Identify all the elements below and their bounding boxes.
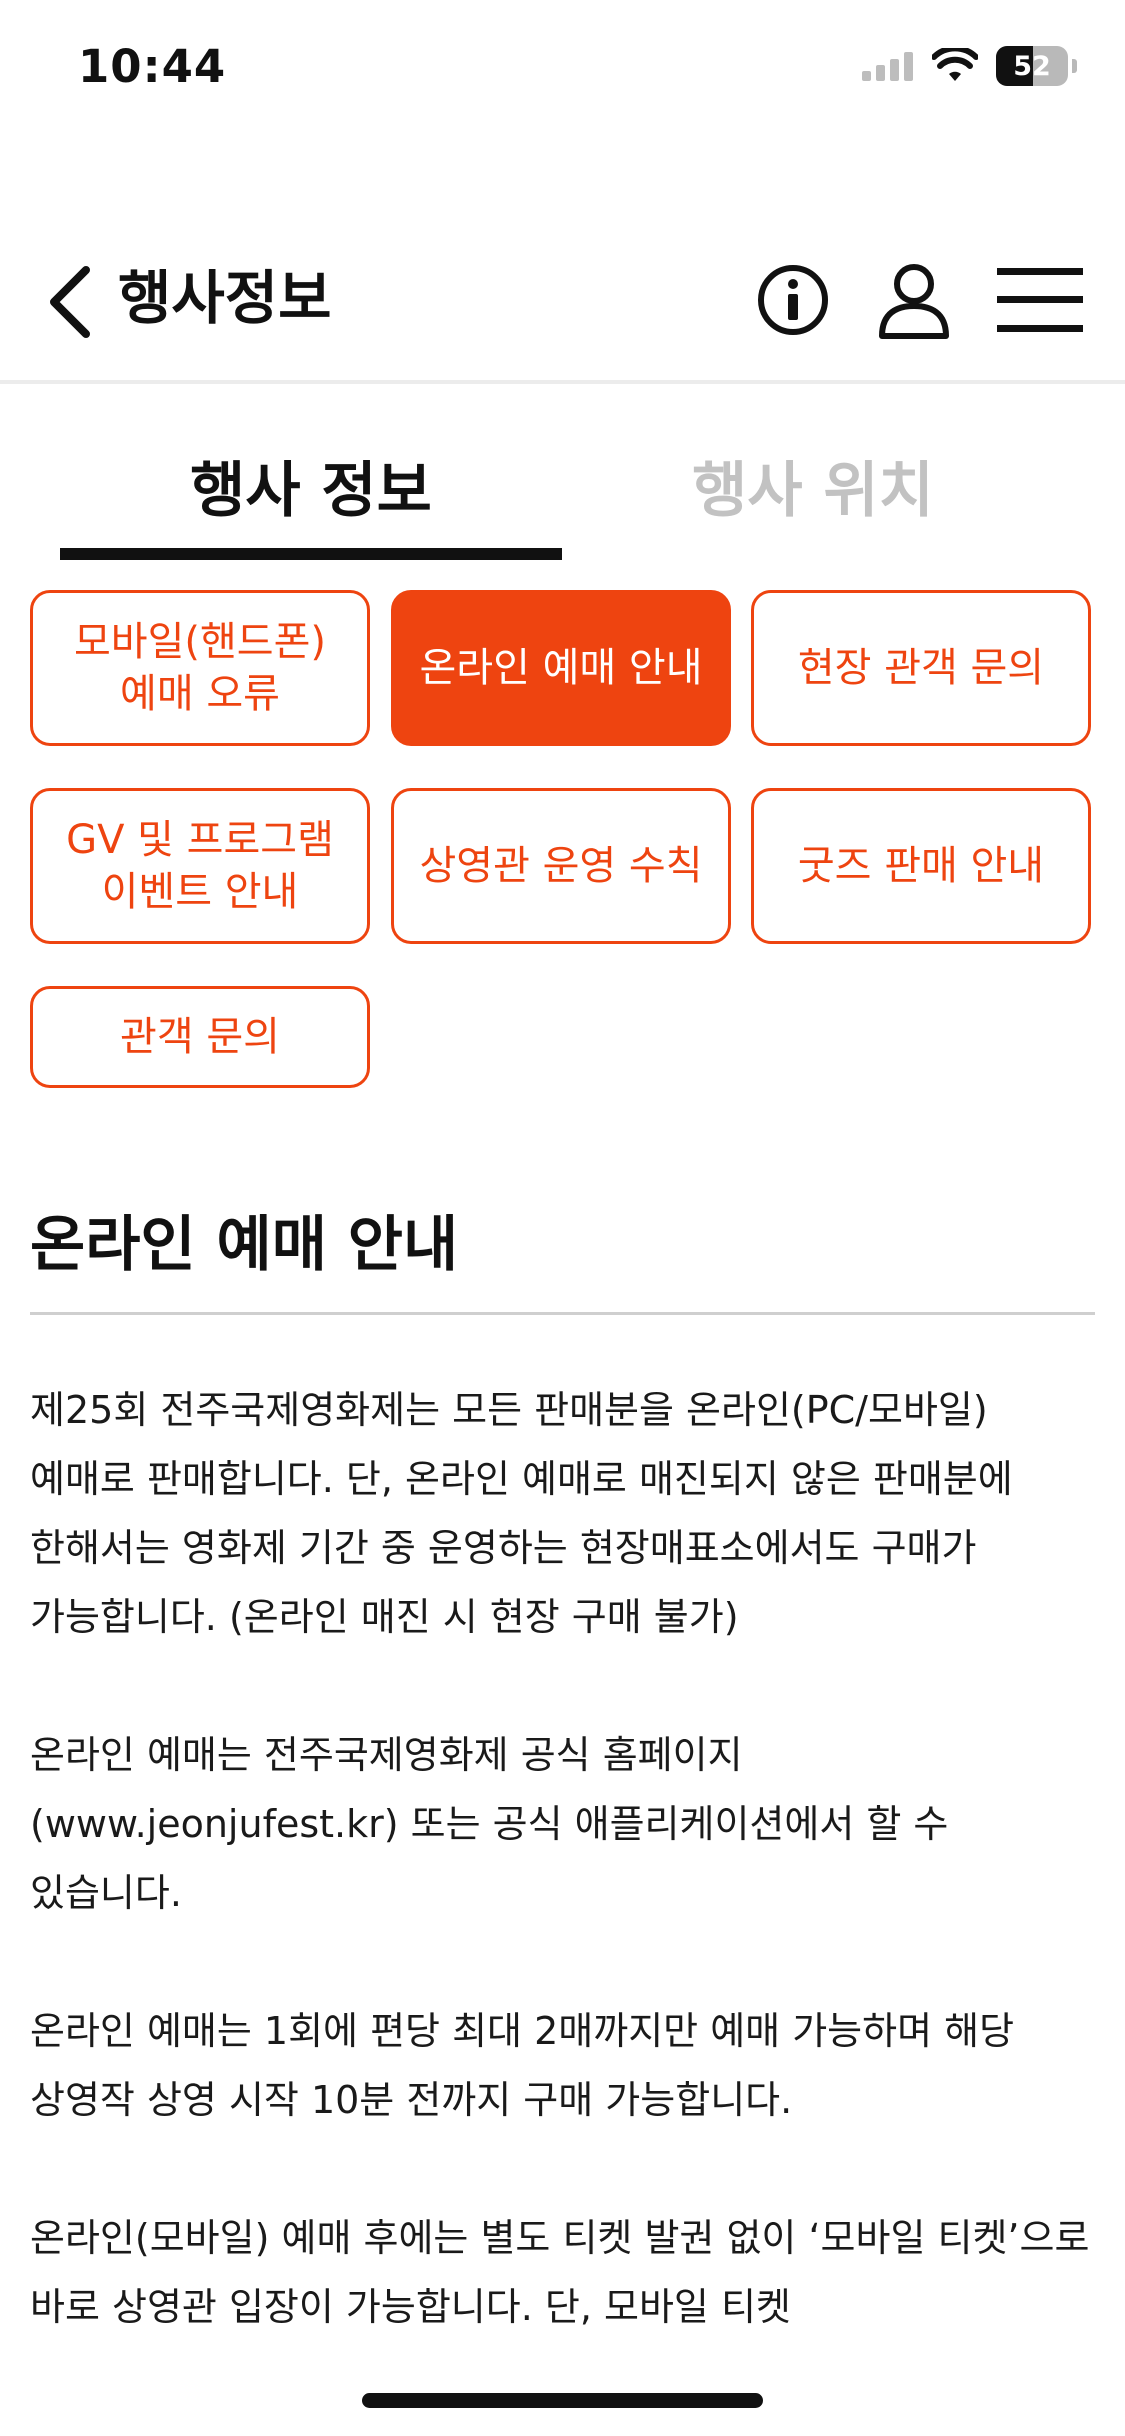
category-gv-program-event[interactable]: GV 및 프로그램 이벤트 안내 xyxy=(30,788,370,944)
app-header: 행사정보 xyxy=(0,230,1125,380)
content-paragraph: 온라인 예매는 1회에 편당 최대 2매까지만 예매 가능하며 해당 상영작 상… xyxy=(30,2009,1015,2122)
cellular-signal-icon xyxy=(862,52,913,81)
section-divider xyxy=(30,1312,1095,1315)
battery-level: 52 xyxy=(1013,50,1051,82)
wifi-icon xyxy=(932,48,978,81)
tab-bar: 행사 정보 행사 위치 xyxy=(60,410,1065,560)
tab-event-location[interactable]: 행사 위치 xyxy=(562,410,1064,560)
info-icon xyxy=(758,265,828,335)
chevron-left-icon xyxy=(50,266,90,338)
category-audience-inquiry[interactable]: 관객 문의 xyxy=(30,986,370,1088)
content-paragraph: 온라인 예매는 전주국제영화제 공식 홈페이지(www.jeonjufest.k… xyxy=(30,1733,949,1915)
category-theater-rules[interactable]: 상영관 운영 수칙 xyxy=(391,788,731,944)
status-bar: 10:44 52 xyxy=(0,0,1125,140)
user-icon xyxy=(879,264,949,339)
home-indicator xyxy=(362,2393,763,2408)
header-divider xyxy=(0,380,1125,384)
back-button[interactable] xyxy=(34,252,104,352)
battery-tip xyxy=(1072,59,1077,73)
battery-icon: 52 xyxy=(996,46,1068,86)
tab-active-indicator xyxy=(60,548,562,560)
tab-event-info[interactable]: 행사 정보 xyxy=(60,410,562,560)
content-paragraph: 제25회 전주국제영화제는 모든 판매분을 온라인(PC/모바일) 예매로 판매… xyxy=(30,1388,1013,1639)
status-icons: 52 xyxy=(862,46,1077,86)
info-button[interactable] xyxy=(745,250,841,350)
page-title: 행사정보 xyxy=(118,264,332,332)
status-time: 10:44 xyxy=(78,40,227,93)
category-online-booking-guide[interactable]: 온라인 예매 안내 xyxy=(391,590,731,746)
user-button[interactable] xyxy=(866,250,962,350)
content-paragraph: 온라인(모바일) 예매 후에는 별도 티켓 발권 없이 ‘모바일 티켓’으로 바… xyxy=(30,2216,1090,2329)
category-goods-sale[interactable]: 굿즈 판매 안내 xyxy=(751,788,1091,944)
section-title: 온라인 예매 안내 xyxy=(30,1210,459,1280)
category-mobile-booking-error[interactable]: 모바일(핸드폰) 예매 오류 xyxy=(30,590,370,746)
hamburger-menu-icon xyxy=(997,268,1083,332)
section-content: 제25회 전주국제영화제는 모든 판매분을 온라인(PC/모바일) 예매로 판매… xyxy=(30,1376,1095,2411)
page: 10:44 52 행사정보 행사 정보 행사 위치 모바일(핸드폰) 예매 오류… xyxy=(0,0,1125,2436)
menu-button[interactable] xyxy=(990,250,1090,350)
category-onsite-inquiry[interactable]: 현장 관객 문의 xyxy=(751,590,1091,746)
